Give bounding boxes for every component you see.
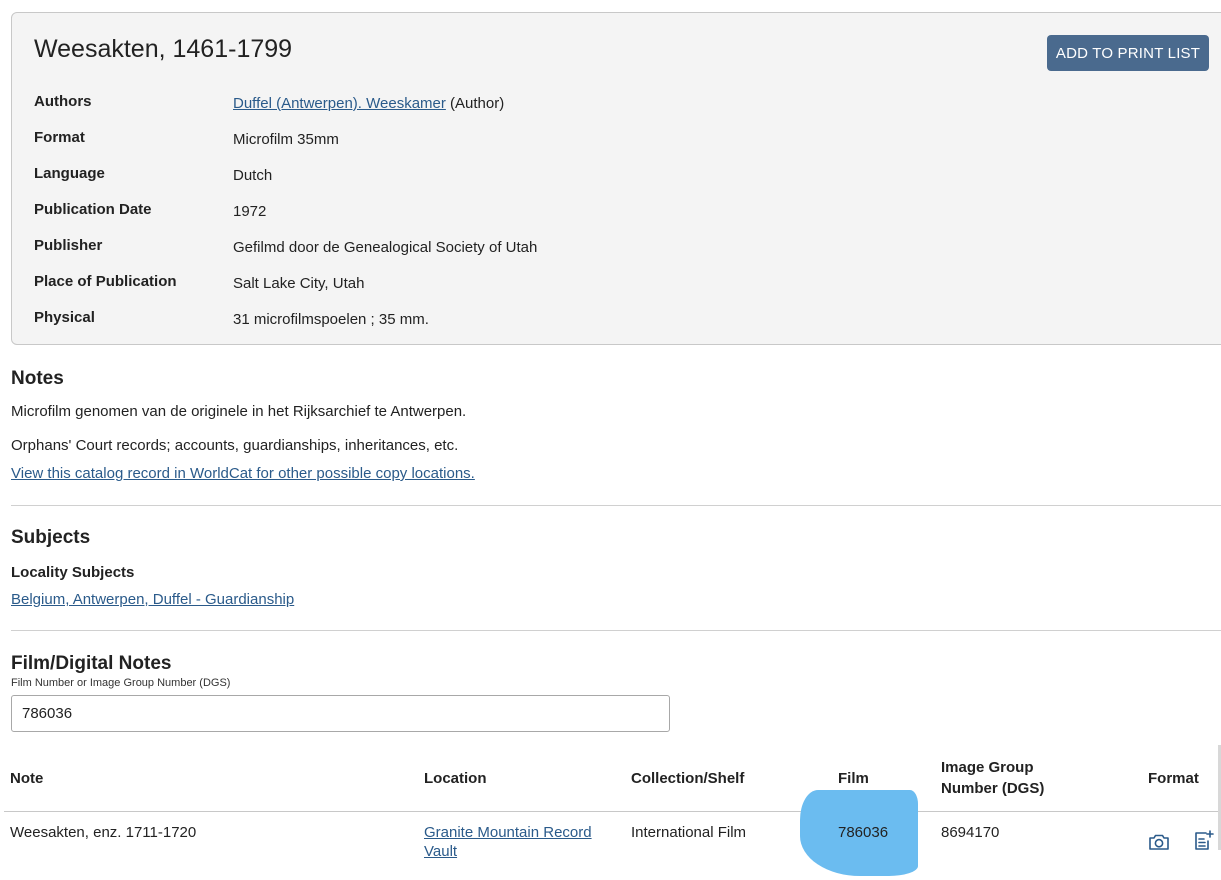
table-header-divider <box>4 811 1221 812</box>
record-summary-card: Weesakten, 1461-1799 ADD TO PRINT LIST A… <box>11 12 1221 345</box>
detail-value: Salt Lake City, Utah <box>233 275 365 292</box>
record-title: Weesakten, 1461-1799 <box>34 35 293 63</box>
detail-value: Dutch <box>233 167 273 184</box>
locality-subject-link[interactable]: Belgium, Antwerpen, Duffel - Guardianshi… <box>11 591 294 608</box>
add-to-print-list-button[interactable]: ADD TO PRINT LIST <box>1047 35 1209 71</box>
detail-label: Language <box>34 165 105 182</box>
film-number-label: Film Number or Image Group Number (DGS) <box>11 677 231 689</box>
author-link[interactable]: Duffel (Antwerpen). Weeskamer <box>233 95 446 112</box>
camera-icon[interactable] <box>1147 830 1171 854</box>
row-film-number: 786036 <box>838 824 889 841</box>
column-header-dgs: Image Group Number (DGS) <box>941 757 1044 799</box>
column-header-dgs-line2: Number (DGS) <box>941 780 1045 797</box>
detail-value: 31 microfilmspoelen ; 35 mm. <box>233 311 429 328</box>
locality-subjects-label: Locality Subjects <box>11 564 135 581</box>
detail-value: 1972 <box>233 203 267 220</box>
detail-label: Place of Publication <box>34 273 177 290</box>
film-number-input[interactable] <box>11 695 670 732</box>
detail-value: Microfilm 35mm <box>233 131 339 148</box>
note-line: Microfilm genomen van de originele in he… <box>11 403 467 420</box>
row-note: Weesakten, enz. 1711-1720 <box>10 824 197 841</box>
row-location-link[interactable]: Granite Mountain Record Vault <box>424 823 592 861</box>
row-location-line1: Granite Mountain Record <box>424 824 592 841</box>
section-divider <box>11 630 1221 631</box>
detail-value: Gefilmd door de Genealogical Society of … <box>233 239 538 256</box>
detail-label: Format <box>34 129 85 146</box>
detail-label: Authors <box>34 93 92 110</box>
row-collection: International Film <box>631 824 747 841</box>
catalog-note-icon[interactable] <box>1191 829 1215 853</box>
column-header-note: Note <box>10 770 44 787</box>
note-line: Orphans' Court records; accounts, guardi… <box>11 437 459 454</box>
column-header-format: Format <box>1148 770 1199 787</box>
row-dgs-number: 8694170 <box>941 824 1000 841</box>
notes-heading: Notes <box>11 368 64 389</box>
author-role: (Author) <box>445 95 505 112</box>
column-header-location: Location <box>424 770 487 787</box>
detail-label: Publisher <box>34 237 103 254</box>
film-notes-heading: Film/Digital Notes <box>11 653 172 674</box>
section-divider <box>11 505 1221 506</box>
column-header-film: Film <box>838 770 869 787</box>
subjects-heading: Subjects <box>11 527 91 548</box>
worldcat-link[interactable]: View this catalog record in WorldCat for… <box>11 465 475 482</box>
detail-label: Publication Date <box>34 201 152 218</box>
column-header-collection: Collection/Shelf <box>631 770 745 787</box>
row-location-line2: Vault <box>424 843 458 860</box>
column-header-dgs-line1: Image Group <box>941 759 1034 776</box>
detail-label: Physical <box>34 309 95 326</box>
detail-value: Duffel (Antwerpen). Weeskamer (Author) <box>233 95 504 112</box>
